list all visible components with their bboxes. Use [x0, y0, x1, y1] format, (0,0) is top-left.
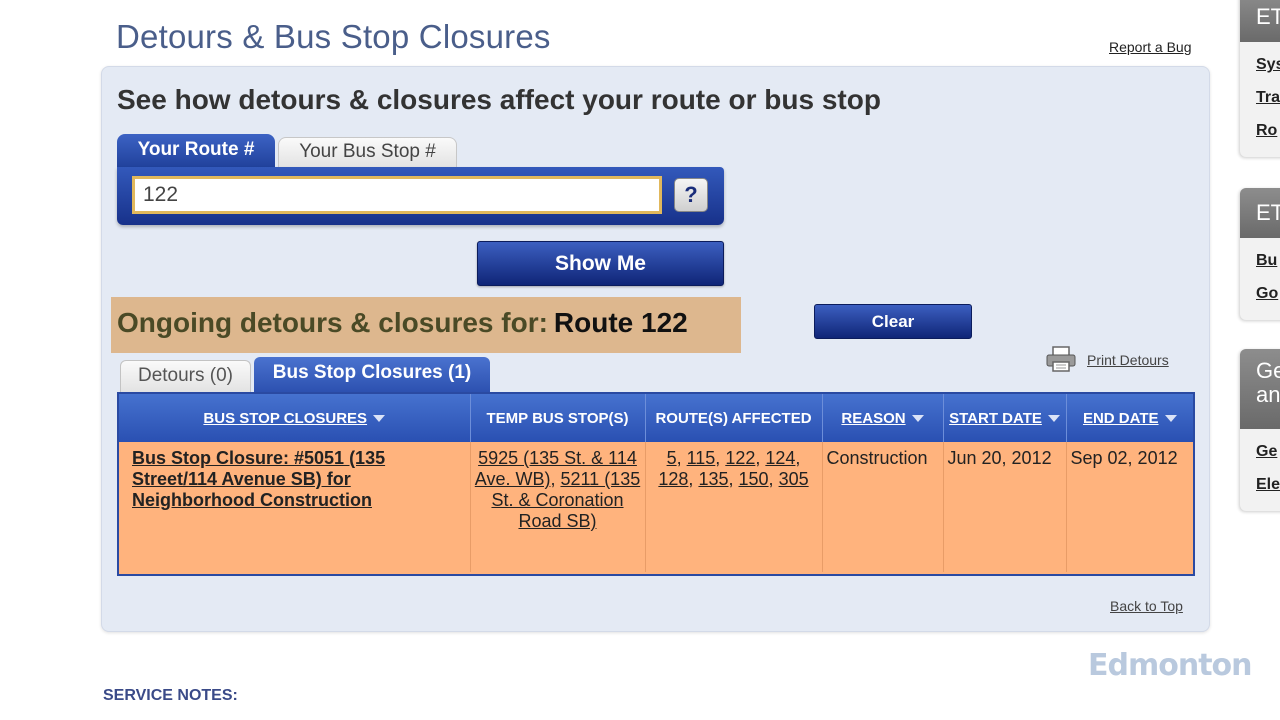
start-date-cell: Jun 20, 2012: [943, 442, 1067, 572]
sidebar-link[interactable]: Ele: [1240, 468, 1280, 501]
sort-arrow-icon: [1047, 415, 1060, 423]
route-link[interactable]: 150: [739, 469, 769, 489]
header-reason[interactable]: REASON: [822, 394, 944, 442]
header-bus-stop-closures[interactable]: BUS STOP CLOSURES: [119, 394, 471, 442]
page-title: Detours & Bus Stop Closures: [116, 18, 551, 55]
route-number-input[interactable]: [132, 176, 662, 214]
report-bug-link[interactable]: Report a Bug: [1109, 39, 1192, 55]
closures-table: BUS STOP CLOSURES TEMP BUS STOP(S) ROUTE…: [117, 392, 1195, 576]
sidebar-box-title: Ge an: [1240, 349, 1280, 429]
ongoing-banner: Ongoing detours & closures for: Route 122: [111, 297, 741, 353]
ongoing-route: Route 122: [553, 307, 688, 338]
temp-stops-cell: 5925 (135 St. & 114 Ave. WB), 5211 (135 …: [470, 442, 646, 572]
show-me-button[interactable]: Show Me: [477, 241, 724, 286]
sidebar-box-title: ET: [1240, 188, 1280, 238]
route-link[interactable]: 5: [667, 448, 677, 468]
printer-icon[interactable]: [1045, 345, 1077, 373]
print-detours-link[interactable]: Print Detours: [1087, 352, 1169, 368]
clear-button[interactable]: Clear: [814, 304, 972, 339]
sidebar-box-1: ET Sys Tra Ro: [1240, 0, 1280, 157]
sort-arrow-icon: [373, 415, 386, 423]
header-start-date[interactable]: START DATE: [943, 394, 1067, 442]
panel-heading: See how detours & closures affect your r…: [117, 84, 881, 115]
sidebar-box-2: ET Bu Go: [1240, 188, 1280, 320]
back-to-top-link[interactable]: Back to Top: [1110, 598, 1183, 614]
tab-detours[interactable]: Detours (0): [120, 360, 251, 393]
tab-your-bus-stop[interactable]: Your Bus Stop #: [278, 137, 457, 168]
sidebar-link[interactable]: Go: [1240, 277, 1280, 310]
header-temp-bus-stops: TEMP BUS STOP(S): [470, 394, 646, 442]
edmonton-logo: Edmonton: [1088, 648, 1253, 683]
ongoing-label: Ongoing detours & closures for:: [117, 307, 548, 338]
sidebar-link[interactable]: Ro: [1240, 114, 1280, 147]
sidebar-link[interactable]: Tra: [1240, 81, 1280, 114]
route-link[interactable]: 122: [725, 448, 755, 468]
sidebar-link[interactable]: Bu: [1240, 244, 1280, 277]
header-end-date[interactable]: END DATE: [1066, 394, 1193, 442]
service-notes-heading: SERVICE NOTES:: [103, 687, 238, 704]
table-row: Bus Stop Closure: #5051 (135 Street/114 …: [119, 442, 1193, 572]
route-link[interactable]: 124: [765, 448, 795, 468]
help-icon[interactable]: ?: [674, 178, 708, 212]
sort-arrow-icon: [1164, 415, 1177, 423]
route-link[interactable]: 135: [698, 469, 728, 489]
route-link[interactable]: 115: [687, 448, 716, 468]
sidebar-box-3: Ge an Ge Ele: [1240, 349, 1280, 511]
sidebar-box-title: ET: [1240, 0, 1280, 42]
reason-cell: Construction: [822, 442, 944, 572]
sort-arrow-icon: [911, 415, 924, 423]
sidebar-link[interactable]: Sys: [1240, 48, 1280, 81]
routes-cell: 5, 115, 122, 124, 128, 135, 150, 305: [645, 442, 823, 572]
tab-bus-stop-closures[interactable]: Bus Stop Closures (1): [254, 357, 490, 394]
route-link[interactable]: 305: [779, 469, 809, 489]
header-routes-affected: ROUTE(S) AFFECTED: [645, 394, 823, 442]
sidebar-link[interactable]: Ge: [1240, 435, 1280, 468]
end-date-cell: Sep 02, 2012: [1066, 442, 1193, 572]
route-link[interactable]: 128: [658, 469, 688, 489]
closure-title-link[interactable]: Bus Stop Closure: #5051 (135 Street/114 …: [119, 442, 471, 572]
